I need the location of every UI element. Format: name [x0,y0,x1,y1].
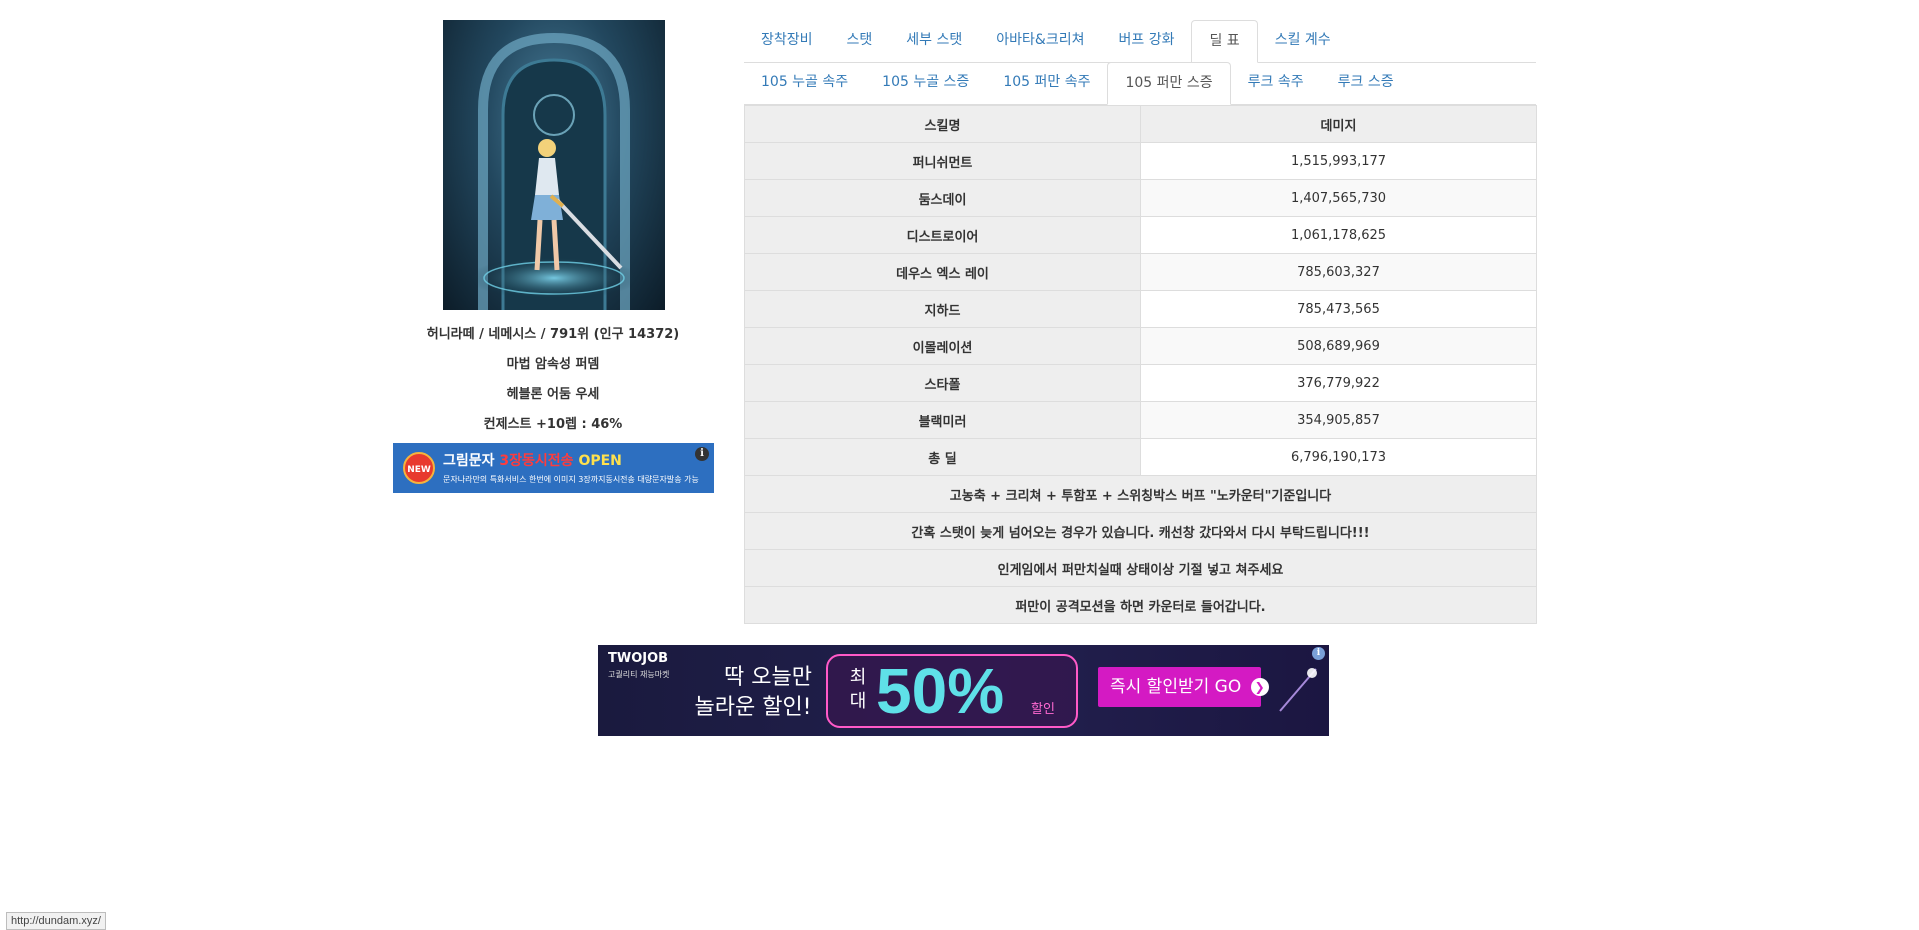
note-text: 고농축 + 크리쳐 + 투함포 + 스위칭박스 버프 "노카운터"기준입니다 [744,475,1537,513]
main-tabs: 장착장비 스탯 세부 스탯 아바타&크리쳐 버프 강화 딜 표 스킬 계수 [744,20,1536,63]
note-text: 간혹 스탯이 늦게 넘어오는 경우가 있습니다. 캐선창 갔다와서 다시 부탁드… [744,512,1537,550]
table-row: 스타폴 376,779,922 [744,364,1537,402]
tab-damage-table[interactable]: 딜 표 [1191,20,1258,63]
table-row: 퍼니쉬먼트 1,515,993,177 [744,142,1537,180]
character-build: 마법 암속성 퍼뎀 [506,357,600,372]
table-row: 디스트로이어 1,061,178,625 [744,216,1537,254]
table-row: 지하드 785,473,565 [744,290,1537,328]
skill-damage: 1,515,993,177 [1140,142,1537,180]
header-skill-name: 스킬명 [744,105,1141,143]
ad-brand-sub: 고퀄리티 재능마켓 [608,670,670,679]
tab-stats[interactable]: 스탯 [830,20,890,62]
sub-tabs: 105 누골 속주 105 누골 스증 105 퍼만 속주 105 퍼만 스증 … [744,62,1536,105]
table-row: 이몰레이션 508,689,969 [744,327,1537,365]
ad-headline-line2: 놀라운 할인! [694,695,812,720]
subtab-105-peoman-seujeung[interactable]: 105 퍼만 스증 [1107,62,1231,105]
banner-ad-small[interactable]: NEW 그림문자 3장동시전송 OPEN 문자나라만의 특화서비스 한번에 이미… [393,443,714,493]
discount-prefix: 최대 [849,667,867,712]
skill-name: 이몰레이션 [744,327,1141,365]
ad-info-icon[interactable]: i [695,447,709,461]
ad-headline-line1: 딱 오늘만 [724,665,812,690]
subtab-105-peoman-sokju[interactable]: 105 퍼만 속주 [986,62,1107,104]
discount-box: 최대 50% 할인 [826,654,1078,728]
table-row: 둠스데이 1,407,565,730 [744,179,1537,217]
skill-damage: 1,407,565,730 [1140,179,1537,217]
sparkle-icon [1279,668,1317,712]
skill-name: 둠스데이 [744,179,1141,217]
ad-headline: 그림문자 3장동시전송 OPEN [443,450,622,470]
tab-buff-enhance[interactable]: 버프 강화 [1101,20,1191,62]
arrow-right-icon: ❯ [1250,678,1269,696]
skill-damage: 354,905,857 [1140,401,1537,439]
ad-headline-prefix: 그림문자 [443,453,495,469]
subtab-luke-sokju[interactable]: 루크 속주 [1231,62,1321,104]
table-header-row: 스킬명 데미지 [744,105,1537,143]
ad-headline-highlight: 3장동시전송 [499,453,574,469]
ad-info-icon[interactable]: i [1312,647,1325,660]
tab-equipment[interactable]: 장착장비 [744,20,830,62]
ad-subtext: 문자나라만의 특화서비스 한번에 이미지 3장까지동시전송 대량문자발송 가능 [443,475,699,484]
tab-skill-coefficient[interactable]: 스킬 계수 [1258,20,1348,62]
note-row: 인게임에서 퍼만치실때 상태이상 기절 넣고 쳐주세요 [744,549,1537,587]
subtab-105-nugol-seujeung[interactable]: 105 누골 스증 [865,62,986,104]
character-illustration [469,32,639,310]
ad-cta-label: 즉시 할인받기 GO [1110,677,1242,697]
skill-name: 블랙미러 [744,401,1141,439]
subtab-105-nugol-sokju[interactable]: 105 누골 속주 [744,62,865,104]
ad-headline-suffix: OPEN [578,453,622,469]
discount-suffix: 할인 [1031,702,1055,717]
total-damage: 6,796,190,173 [1140,438,1537,476]
table-row: 데우스 엑스 레이 785,603,327 [744,253,1537,291]
skill-damage: 785,603,327 [1140,253,1537,291]
banner-ad-large[interactable]: TWOJOB 고퀄리티 재능마켓 딱 오늘만 놀라운 할인! 최대 50% 할인… [598,645,1329,736]
skill-damage: 508,689,969 [1140,327,1537,365]
tab-detailed-stats[interactable]: 세부 스탯 [889,20,979,62]
damage-table: 스킬명 데미지 퍼니쉬먼트 1,515,993,177 둠스데이 1,407,5… [744,105,1537,624]
new-badge: NEW [403,452,435,484]
character-contest: 컨제스트 +10렙 : 46% [483,417,623,432]
header-damage: 데미지 [1140,105,1537,143]
ad-brand-logo: TWOJOB [608,651,669,666]
skill-damage: 376,779,922 [1140,364,1537,402]
skill-name: 데우스 엑스 레이 [744,253,1141,291]
table-row-total: 총 딜 6,796,190,173 [744,438,1537,476]
character-weapon: 헤블론 어둠 우세 [506,387,600,402]
subtab-luke-seujeung[interactable]: 루크 스증 [1321,62,1411,104]
total-label: 총 딜 [744,438,1141,476]
skill-name: 디스트로이어 [744,216,1141,254]
note-row: 간혹 스탯이 늦게 넘어오는 경우가 있습니다. 캐선창 갔다와서 다시 부탁드… [744,512,1537,550]
status-bar-url: http://dundam.xyz/ [6,912,106,930]
ad-cta-button[interactable]: 즉시 할인받기 GO ❯ [1098,667,1269,707]
table-row: 블랙미러 354,905,857 [744,401,1537,439]
skill-name: 퍼니쉬먼트 [744,142,1141,180]
note-text: 퍼만이 공격모션을 하면 카운터로 들어갑니다. [744,586,1537,624]
discount-percent: 50% [876,655,1005,727]
skill-name: 지하드 [744,290,1141,328]
tab-avatar-creature[interactable]: 아바타&크리쳐 [979,20,1101,62]
note-row: 퍼만이 공격모션을 하면 카운터로 들어갑니다. [744,586,1537,624]
skill-damage: 1,061,178,625 [1140,216,1537,254]
skill-damage: 785,473,565 [1140,290,1537,328]
skill-name: 스타폴 [744,364,1141,402]
character-image [443,20,665,310]
character-summary: 허니라떼 / 네메시스 / 791위 (인구 14372) [426,327,680,342]
note-row: 고농축 + 크리쳐 + 투함포 + 스위칭박스 버프 "노카운터"기준입니다 [744,475,1537,513]
note-text: 인게임에서 퍼만치실때 상태이상 기절 넣고 쳐주세요 [744,549,1537,587]
